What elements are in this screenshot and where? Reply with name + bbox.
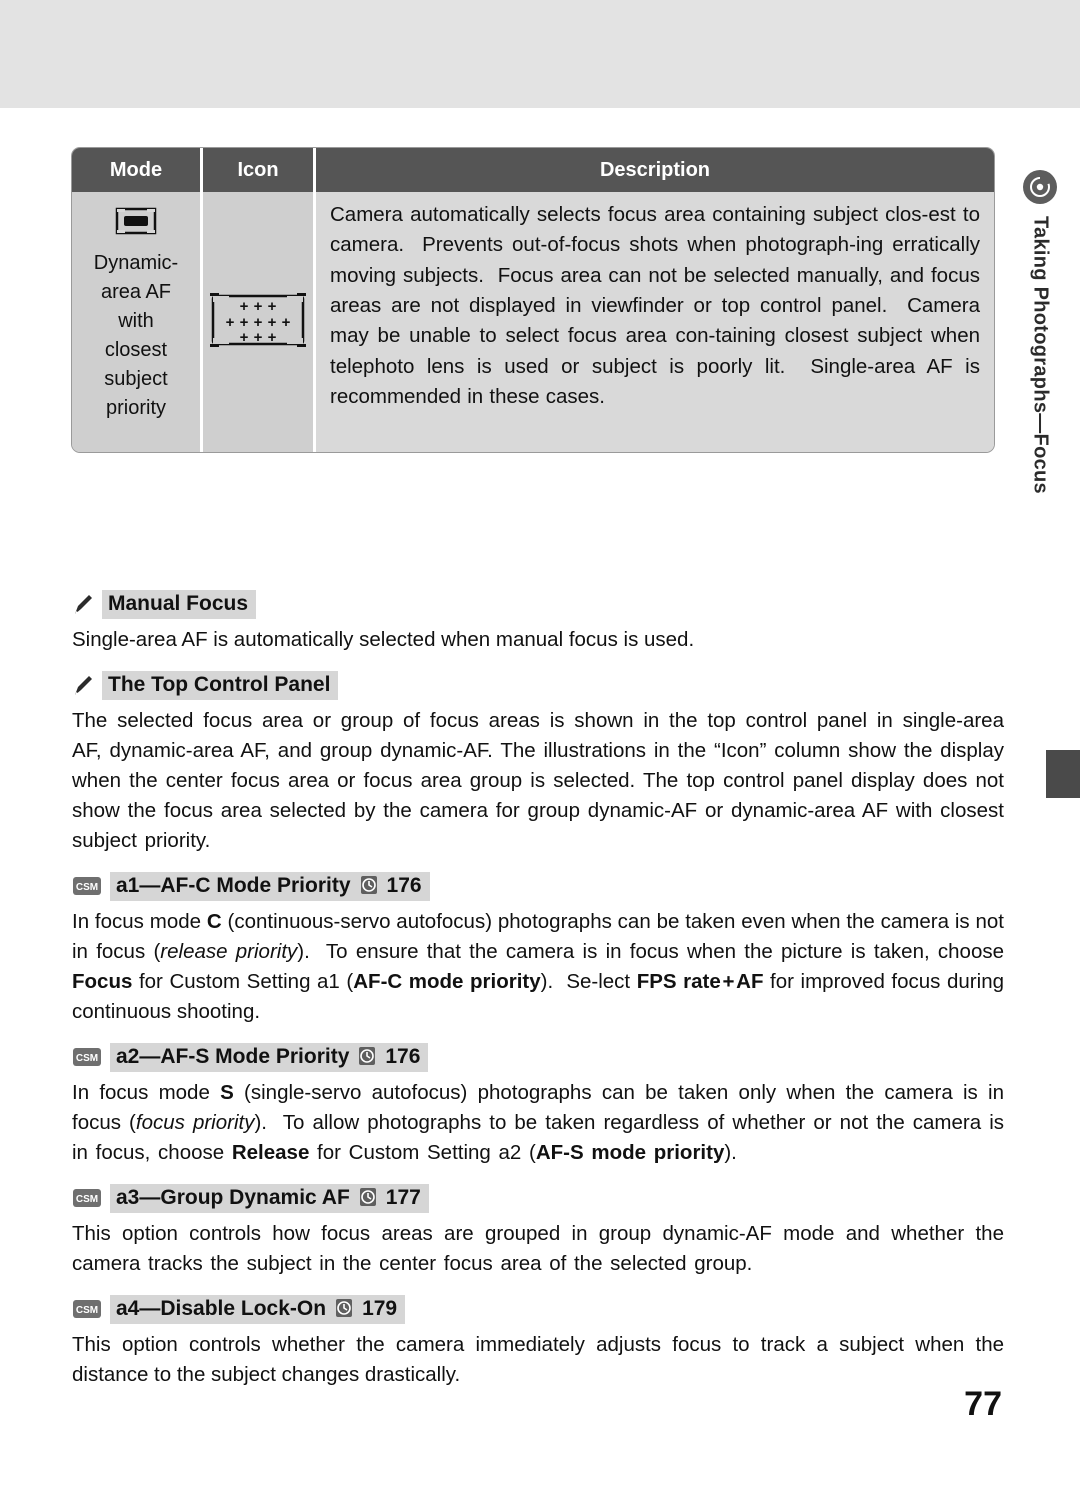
- running-head-label: Taking Photographs—Focus: [1029, 216, 1052, 494]
- table-header-description: Description: [599, 158, 711, 181]
- table-cell-description-text: Camera automatically selects focus area …: [330, 203, 980, 408]
- section-title: a4—Disable Lock-On 179: [110, 1294, 406, 1324]
- csm-icon: CSM: [72, 1045, 102, 1069]
- table-header-mode: Mode: [72, 148, 203, 192]
- svg-text:CSM: CSM: [76, 882, 98, 893]
- section-title-text: a2—AF-S Mode Priority: [116, 1044, 350, 1068]
- manual-ref-icon: [357, 1045, 377, 1069]
- csm-icon: CSM: [72, 1297, 102, 1321]
- table-cell-icon: + + + + + + + + + + +: [203, 192, 316, 452]
- svg-text:+: +: [226, 314, 235, 331]
- section-title: a3—Group Dynamic AF 177: [110, 1183, 429, 1213]
- svg-text:+: +: [240, 329, 249, 346]
- section-manual-focus: Manual Focus Single-area AF is automatic…: [72, 590, 1004, 655]
- section-page-ref: 176: [386, 873, 422, 897]
- svg-text:CSM: CSM: [76, 1053, 98, 1064]
- svg-text:+: +: [254, 329, 263, 346]
- csm-icon: CSM: [72, 1186, 102, 1210]
- section-heading: Manual Focus: [72, 590, 1004, 620]
- section-a3-group-dynamic-af: CSM a3—Group Dynamic AF 177 This option …: [72, 1183, 1004, 1279]
- section-title: Manual Focus: [102, 590, 257, 620]
- section-a2-af-s-mode-priority: CSM a2—AF-S Mode Priority 176 In focus m…: [72, 1042, 1004, 1168]
- manual-ref-icon: [359, 874, 379, 898]
- csm-icon: CSM: [72, 874, 102, 898]
- mode-table: Mode Icon Description Dynamic-area AF wit…: [72, 148, 994, 452]
- section-page-ref: 176: [385, 1044, 421, 1068]
- section-a1-af-c-mode-priority: CSM a1—AF-C Mode Priority 176 In focus m…: [72, 871, 1005, 1027]
- svg-text:+: +: [282, 314, 291, 331]
- table-cell-description: Camera automatically selects focus area …: [316, 192, 994, 452]
- section-paragraph: In focus mode S (single-servo autofocus)…: [72, 1080, 1004, 1164]
- section-page-ref: 179: [362, 1296, 398, 1320]
- notes-content: Manual Focus Single-area AF is automatic…: [72, 590, 1004, 1406]
- section-heading: The Top Control Panel: [72, 671, 1004, 701]
- camera-focus-icon: [1023, 170, 1057, 204]
- table-header-icon: Icon: [203, 148, 316, 192]
- section-paragraph: This option controls whether the camera …: [72, 1332, 1004, 1386]
- section-title-text: a1—AF-C Mode Priority: [116, 873, 351, 897]
- manual-ref-icon: [358, 1186, 378, 1210]
- section-top-control-panel: The Top Control Panel The selected focus…: [72, 671, 1004, 856]
- section-paragraph: This option controls how focus areas are…: [72, 1221, 1004, 1275]
- table-header-row: Mode Icon Description: [72, 148, 994, 192]
- section-title-text: a3—Group Dynamic AF: [116, 1185, 350, 1209]
- document-page: Taking Photographs—Focus Mode Icon Descr…: [0, 0, 1080, 1486]
- section-heading: CSM a2—AF-S Mode Priority 176: [72, 1042, 1004, 1072]
- section-title: a1—AF-C Mode Priority 176: [110, 871, 430, 901]
- page-number: 77: [964, 1385, 1002, 1423]
- svg-text:+: +: [254, 298, 263, 315]
- section-paragraph: The selected focus area or group of focu…: [72, 709, 1004, 852]
- section-title: The Top Control Panel: [102, 671, 339, 701]
- svg-text:CSM: CSM: [76, 1194, 98, 1205]
- page-top-band: [0, 0, 1080, 108]
- section-page-ref: 177: [385, 1185, 421, 1209]
- section-a4-disable-lock-on: CSM a4—Disable Lock-On 179 This option c…: [72, 1294, 1004, 1390]
- svg-text:+: +: [268, 329, 277, 346]
- table-row: Dynamic-area AF with closest subject priorit…: [72, 192, 994, 452]
- section-heading: CSM a4—Disable Lock-On 179: [72, 1294, 1004, 1324]
- svg-text:+: +: [240, 298, 249, 315]
- pencil-icon: [72, 593, 94, 617]
- manual-ref-icon: [334, 1297, 354, 1321]
- section-title: a2—AF-S Mode Priority 176: [110, 1042, 429, 1072]
- section-thumb-tab: [1046, 750, 1080, 798]
- section-heading: CSM a1—AF-C Mode Priority 176: [72, 871, 1004, 901]
- section-paragraph: In focus mode C (continuous-servo autofo…: [72, 909, 1005, 1023]
- pencil-icon: [72, 674, 94, 698]
- svg-text:+: +: [268, 298, 277, 315]
- section-paragraph: Single-area AF is automatically selected…: [72, 628, 695, 652]
- focus-area-grid-icon: + + + + + + + + + + +: [210, 282, 306, 363]
- svg-text:CSM: CSM: [76, 1305, 98, 1316]
- section-heading: CSM a3—Group Dynamic AF 177: [72, 1183, 1004, 1213]
- af-area-bracket-icon: [113, 206, 159, 241]
- table-cell-mode-label: Dynamic-area AF with closest subject priorit…: [93, 252, 179, 419]
- running-head: Taking Photographs—Focus: [1018, 170, 1062, 590]
- section-title-text: a4—Disable Lock-On: [116, 1296, 327, 1320]
- table-cell-mode: Dynamic-area AF with closest subject priorit…: [72, 192, 203, 452]
